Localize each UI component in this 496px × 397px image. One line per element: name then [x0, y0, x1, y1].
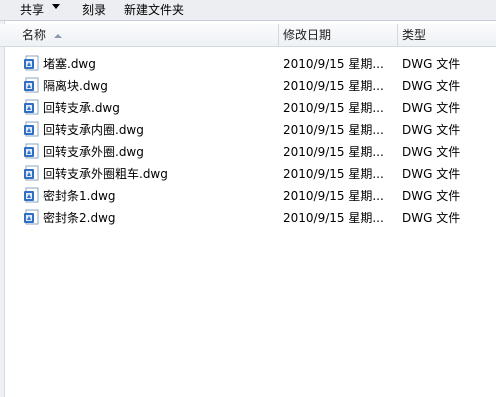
dwg-file-icon [24, 187, 39, 203]
column-header-bar: 名称 修改日期 类型 [0, 24, 496, 47]
share-dropdown-caret-icon[interactable] [52, 4, 60, 9]
file-row[interactable]: 密封条2.dwg 2010/9/15 星期... DWG 文件 [0, 207, 496, 229]
column-header-type-label: 类型 [402, 28, 427, 42]
sort-ascending-icon [54, 33, 63, 38]
file-date-modified: 2010/9/15 星期... [283, 167, 384, 181]
file-date-modified: 2010/9/15 星期... [283, 123, 384, 137]
file-type: DWG 文件 [402, 145, 461, 159]
file-date-modified: 2010/9/15 星期... [283, 101, 384, 115]
file-name: 回转支承外圈粗车.dwg [43, 167, 168, 181]
dwg-file-icon [24, 77, 39, 93]
dwg-file-icon [24, 143, 39, 159]
file-type: DWG 文件 [402, 123, 461, 137]
file-type: DWG 文件 [402, 211, 461, 225]
file-type: DWG 文件 [402, 189, 461, 203]
share-button[interactable]: 共享 [18, 2, 46, 18]
file-type: DWG 文件 [402, 101, 461, 115]
file-name: 回转支承.dwg [43, 101, 120, 115]
command-bar: 共享 刻录 新建文件夹 [0, 0, 496, 21]
file-row[interactable]: 回转支承外圈.dwg 2010/9/15 星期... DWG 文件 [0, 141, 496, 163]
column-header-type[interactable]: 类型 [397, 24, 496, 46]
file-date-modified: 2010/9/15 星期... [283, 145, 384, 159]
file-type: DWG 文件 [402, 79, 461, 93]
column-header-date-modified[interactable]: 修改日期 [278, 24, 396, 46]
dwg-file-icon [24, 55, 39, 71]
file-name: 密封条1.dwg [43, 189, 116, 203]
file-type: DWG 文件 [402, 57, 461, 71]
new-folder-button[interactable]: 新建文件夹 [122, 2, 186, 18]
file-name: 回转支承外圈.dwg [43, 145, 144, 159]
file-date-modified: 2010/9/15 星期... [283, 57, 384, 71]
file-date-modified: 2010/9/15 星期... [283, 189, 384, 203]
file-name: 回转支承内圈.dwg [43, 123, 144, 137]
file-name: 密封条2.dwg [43, 211, 116, 225]
file-type: DWG 文件 [402, 167, 461, 181]
file-row[interactable]: 隔离块.dwg 2010/9/15 星期... DWG 文件 [0, 75, 496, 97]
column-header-date-label: 修改日期 [283, 28, 332, 42]
dwg-file-icon [24, 121, 39, 137]
dwg-file-icon [24, 209, 39, 225]
file-list: 堵塞.dwg 2010/9/15 星期... DWG 文件 隔离块.dwg 2010/9… [0, 53, 496, 229]
dwg-file-icon [24, 165, 39, 181]
column-header-name[interactable]: 名称 [18, 24, 276, 46]
file-date-modified: 2010/9/15 星期... [283, 79, 384, 93]
file-row[interactable]: 回转支承.dwg 2010/9/15 星期... DWG 文件 [0, 97, 496, 119]
file-row[interactable]: 回转支承外圈粗车.dwg 2010/9/15 星期... DWG 文件 [0, 163, 496, 185]
file-row[interactable]: 回转支承内圈.dwg 2010/9/15 星期... DWG 文件 [0, 119, 496, 141]
dwg-file-icon [24, 99, 39, 115]
burn-button[interactable]: 刻录 [80, 2, 108, 18]
file-row[interactable]: 密封条1.dwg 2010/9/15 星期... DWG 文件 [0, 185, 496, 207]
column-header-name-label: 名称 [22, 28, 47, 42]
file-name: 堵塞.dwg [43, 57, 96, 71]
file-date-modified: 2010/9/15 星期... [283, 211, 384, 225]
file-row[interactable]: 堵塞.dwg 2010/9/15 星期... DWG 文件 [0, 53, 496, 75]
file-name: 隔离块.dwg [43, 79, 108, 93]
